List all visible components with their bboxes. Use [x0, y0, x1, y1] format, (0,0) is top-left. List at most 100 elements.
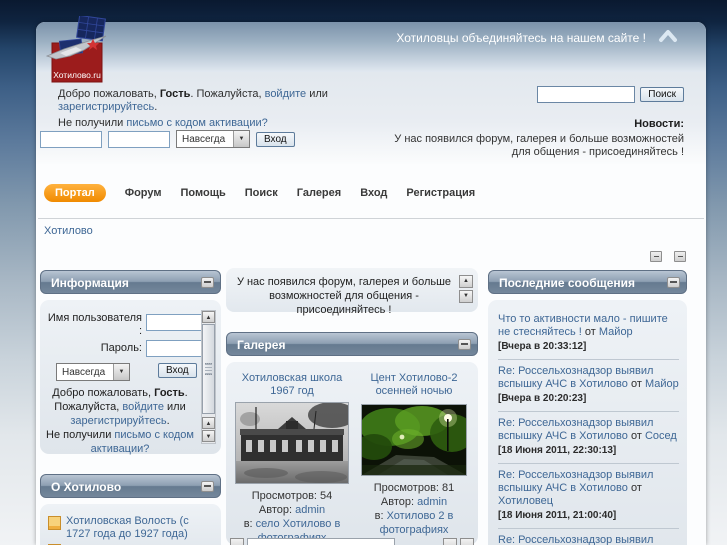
content-wrapper: Хотиловцы объединяйтесь на нашем сайте !: [36, 14, 706, 545]
guest-name: Гость: [154, 387, 185, 399]
center-column: У нас появился форум, галерея и больше в…: [226, 268, 478, 545]
message-author-link[interactable]: Майор: [599, 326, 633, 338]
collapse-icon[interactable]: [201, 277, 214, 288]
about-item-link[interactable]: Хотиловская Волость (с 1727 года до 1927…: [66, 515, 213, 541]
chevron-down-icon: ▼: [113, 364, 129, 380]
message-title-link[interactable]: Re: Россельхознадзор выявил вспышку АЧС …: [498, 534, 653, 545]
quick-login-password-input[interactable]: [108, 130, 170, 148]
gallery-prev-button[interactable]: [230, 538, 244, 545]
breadcrumb-home-link[interactable]: Хотилово: [44, 225, 93, 237]
sidebar-session-duration-value: Навсегда: [62, 366, 106, 378]
nav-item-register[interactable]: Регистрация: [406, 187, 475, 199]
news-ticker: У нас появился форум, галерея и больше в…: [226, 268, 478, 316]
scroll-down-icon[interactable]: ▼: [202, 430, 215, 442]
search-button[interactable]: Поиск: [640, 87, 684, 102]
scroll-up-icon[interactable]: ▲: [459, 275, 473, 288]
about-block-header: О Хотилово: [40, 474, 221, 498]
nav-item-portal[interactable]: Портал: [44, 184, 106, 202]
quick-login-button[interactable]: Вход: [256, 131, 295, 147]
photo-title-link[interactable]: Хотиловская школа 1967 год: [234, 372, 350, 399]
scrollbar-thumb[interactable]: [202, 324, 215, 414]
login-link[interactable]: войдите: [265, 88, 307, 100]
photo-views: Просмотров: 54: [251, 490, 333, 502]
gallery-item: Цент Хотилово-2 осенней ночью Просмотров…: [356, 372, 472, 545]
message-date: [18 Июня 2011, 21:00:40]: [498, 510, 617, 521]
author-link[interactable]: admin: [417, 496, 447, 508]
nav-item-help[interactable]: Помощь: [181, 187, 226, 199]
author-label: Автор:: [380, 496, 415, 508]
search-bar: Поиск: [537, 86, 684, 103]
message-date: [18 Июня 2011, 22:30:13]: [498, 445, 617, 456]
welcome-part: .: [154, 101, 158, 113]
quick-login-form: Навсегда ▼ Вход: [40, 130, 295, 148]
sidebar-session-duration-select[interactable]: Навсегда ▼: [56, 363, 130, 381]
header-band: Хотиловцы объединяйтесь на нашем сайте !: [36, 22, 706, 72]
nav-item-login[interactable]: Вход: [360, 187, 387, 199]
sidebar-login-button[interactable]: Вход: [158, 363, 197, 378]
info-block-header: Информация: [40, 270, 221, 294]
sidebar-password-input[interactable]: [146, 340, 202, 357]
photo-title-link[interactable]: Цент Хотилово-2 осенней ночью: [356, 372, 472, 399]
recent-message: Re: Россельхознадзор выявил вспышку АЧС …: [498, 411, 679, 463]
category-link[interactable]: Хотилово 2 в фотографиях: [380, 510, 454, 536]
info-scrollbar[interactable]: ▲ ▲ ▼: [201, 310, 216, 444]
photo-author: Автор: admin: [356, 495, 472, 509]
about-block-body: Хотиловская Волость (с 1727 года до 1927…: [40, 504, 221, 545]
in-label: в:: [374, 510, 384, 522]
collapse-icon[interactable]: [667, 277, 680, 288]
photo-school-bw[interactable]: [235, 402, 349, 484]
message-author-link[interactable]: Хотиловец: [498, 495, 553, 507]
gallery-block-title: Галерея: [237, 338, 286, 352]
nav-item-forum[interactable]: Форум: [125, 187, 162, 199]
scroll-up-icon[interactable]: ▲: [202, 417, 215, 429]
welcome-part: . Пожалуйста,: [190, 88, 265, 100]
sidebar-welcome-text: Добро пожаловать, Гость. Пожалуйста, вой…: [44, 386, 196, 456]
message-author-link[interactable]: Майор: [645, 378, 679, 390]
session-duration-select[interactable]: Навсегда ▼: [176, 130, 250, 148]
welcome-part: или: [306, 88, 328, 100]
gallery-page-select[interactable]: [247, 538, 395, 545]
author-link[interactable]: admin: [295, 504, 325, 516]
left-column: Информация Имя пользователя : Пароль: На…: [40, 268, 221, 545]
main-nav: Портал Форум Помощь Поиск Галерея Вход Р…: [44, 184, 475, 202]
activation-prefix: Не получили: [46, 429, 115, 441]
document-icon: [48, 516, 61, 530]
recent-message: Re: Россельхознадзор выявил вспышку АЧС …: [498, 463, 679, 528]
username-label: Имя пользователя :: [47, 312, 142, 337]
gallery-next-button[interactable]: [443, 538, 457, 545]
sidebar-username-input[interactable]: [146, 314, 202, 331]
gallery-block-header: Галерея: [226, 332, 478, 356]
chevron-down-icon: ▼: [233, 131, 249, 147]
photo-night-park[interactable]: [361, 404, 467, 476]
collapse-right-column-icon[interactable]: [674, 251, 686, 262]
register-link[interactable]: зарегистрируйтесь: [70, 415, 166, 427]
collapse-left-column-icon[interactable]: [650, 251, 662, 262]
message-title-link[interactable]: Что то активности мало - пишите не стесн…: [498, 313, 668, 338]
scroll-down-icon[interactable]: ▼: [459, 290, 473, 303]
scroll-up-icon[interactable]: ▲: [202, 311, 215, 323]
collapse-icon[interactable]: [458, 339, 471, 350]
password-label: Пароль:: [100, 342, 142, 354]
gallery-pager: [230, 538, 474, 545]
ticker-text: У нас появился форум, галерея и больше в…: [236, 276, 452, 316]
gallery-last-button[interactable]: [460, 538, 474, 545]
nav-item-gallery[interactable]: Галерея: [297, 187, 341, 199]
recent-block-title: Последние сообщения: [499, 276, 636, 290]
site-logo[interactable]: Хотилово.ru: [45, 14, 108, 88]
search-input[interactable]: [537, 86, 636, 103]
page-background: Хотиловцы объединяйтесь на нашем сайте !: [0, 0, 727, 545]
author-label: Автор:: [258, 504, 293, 516]
activation-link[interactable]: письмо с кодом активации?: [126, 117, 267, 129]
news-text: У нас появился форум, галерея и больше в…: [394, 133, 684, 158]
login-link[interactable]: войдите: [122, 401, 164, 413]
news-box: Новости: У нас появился форум, галерея и…: [392, 118, 684, 159]
quick-login-username-input[interactable]: [40, 130, 102, 148]
register-link[interactable]: зарегистрируйтесь: [58, 101, 154, 113]
guest-name: Гость: [159, 88, 191, 100]
collapse-icon[interactable]: [201, 481, 214, 492]
nav-item-search[interactable]: Поиск: [245, 187, 278, 199]
message-author-link[interactable]: Сосед: [645, 430, 677, 442]
chevron-up-icon[interactable]: [658, 28, 678, 44]
divider: [38, 218, 704, 219]
recent-message: Re: Россельхознадзор выявил вспышку АЧС …: [498, 528, 679, 545]
